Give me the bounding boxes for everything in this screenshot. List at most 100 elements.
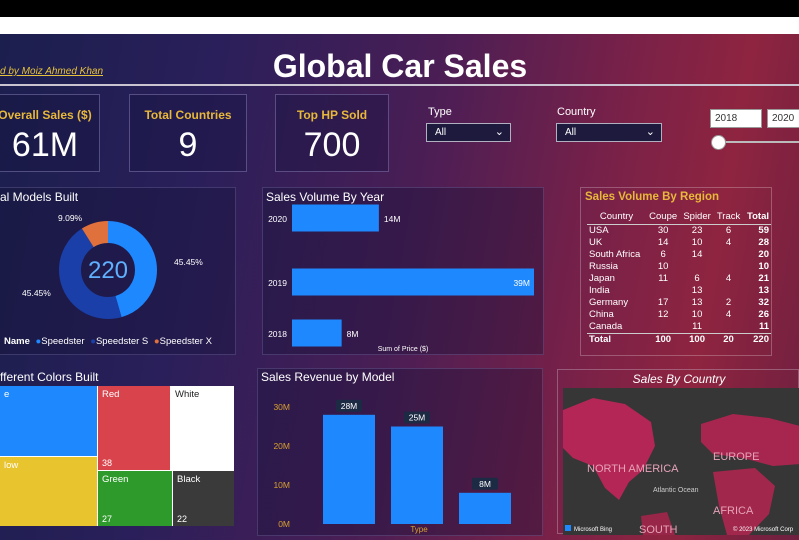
year-slider-handle[interactable] bbox=[711, 135, 726, 150]
map-ocean-label: Atlantic Ocean bbox=[653, 487, 699, 494]
region-table-header[interactable]: Total bbox=[743, 210, 771, 224]
table-row: South Africa 6 14 20 bbox=[587, 249, 771, 261]
table-cell: USA bbox=[589, 224, 609, 236]
treemap-cell-green[interactable]: Green 27 bbox=[98, 471, 172, 526]
author-link[interactable]: d by Moiz Ahmed Khan bbox=[0, 66, 103, 77]
table-cell bbox=[714, 321, 743, 334]
table-cell bbox=[680, 261, 714, 273]
region-table-header[interactable]: Coupe bbox=[646, 210, 680, 224]
donut-center-value: 220 bbox=[88, 257, 128, 284]
treemap-label: Black bbox=[177, 474, 201, 485]
treemap-label: low bbox=[4, 460, 19, 471]
sales-map-title: Sales By Country bbox=[632, 372, 726, 386]
revenue-data-label: 25M bbox=[409, 413, 426, 423]
map-brand: Microsoft Bing bbox=[574, 527, 612, 533]
region-table-header[interactable]: Country bbox=[587, 210, 646, 224]
revenue-y-tick: 0M bbox=[278, 519, 290, 529]
table-cell: Russia bbox=[589, 260, 619, 272]
table-cell: UK bbox=[589, 236, 603, 248]
table-cell: 23 bbox=[691, 224, 703, 236]
region-table-header[interactable]: Spider bbox=[680, 210, 714, 224]
kpi-total-countries: Total Countries 9 bbox=[129, 94, 247, 172]
treemap-label: White bbox=[175, 389, 200, 400]
treemap-cell-black[interactable]: Black 22 bbox=[173, 471, 234, 526]
models-built-title: al Models Built bbox=[0, 190, 79, 204]
treemap-cell-red[interactable]: Red 38 bbox=[98, 386, 170, 470]
region-table-panel: Sales Volume By Region Country Coupe Spide… bbox=[580, 187, 772, 356]
table-cell bbox=[714, 261, 743, 273]
revenue-bar bbox=[391, 426, 443, 524]
table-cell: 13 bbox=[691, 296, 703, 308]
table-cell bbox=[646, 321, 680, 334]
treemap-label: Green bbox=[102, 474, 129, 485]
table-cell: 4 bbox=[725, 308, 732, 320]
legend-item[interactable]: Speedster S bbox=[96, 336, 148, 347]
table-cell: 12 bbox=[657, 308, 669, 320]
page-title: Global Car Sales bbox=[272, 48, 528, 84]
treemap-cell-blue[interactable]: e bbox=[0, 386, 97, 456]
revenue-bar bbox=[323, 414, 375, 524]
year-slider-track[interactable] bbox=[718, 141, 799, 143]
table-row: India 13 13 bbox=[587, 285, 771, 297]
donut-pct-left: 45.45% bbox=[22, 288, 51, 298]
table-cell: 100 bbox=[646, 332, 681, 347]
legend-item[interactable]: Speedster X bbox=[160, 336, 212, 347]
region-table: Country Coupe Spider Track Total USA 30 23 6 59 U… bbox=[587, 210, 771, 347]
table-row: Russia 10 10 bbox=[587, 261, 771, 273]
treemap-count: 22 bbox=[177, 514, 188, 524]
map-land-icon: NORTH AMERICA EUROPE AFRICA SOUTH Atlant… bbox=[563, 398, 799, 535]
sales-map-panel: Sales By Country NORTH AMERICA EUROPE AF… bbox=[557, 369, 799, 535]
sales-year-title: Sales Volume By Year bbox=[266, 190, 385, 204]
table-cell: 4 bbox=[725, 272, 732, 284]
treemap-cell-yellow[interactable]: low bbox=[0, 457, 97, 526]
kpi-label: Total Countries bbox=[144, 108, 232, 122]
year-tick-label: 2019 bbox=[268, 278, 287, 288]
table-cell: 21 bbox=[758, 272, 769, 284]
revenue-bar bbox=[459, 492, 511, 524]
year-to-input[interactable]: 2020 bbox=[767, 109, 799, 128]
table-cell bbox=[714, 249, 743, 261]
table-cell: 11 bbox=[692, 320, 702, 332]
kpi-label: Top HP Sold bbox=[296, 108, 368, 122]
table-cell: 6 bbox=[694, 272, 700, 284]
table-cell bbox=[714, 285, 743, 297]
table-cell: 6 bbox=[660, 248, 666, 260]
type-slicer-label: Type bbox=[428, 106, 452, 118]
table-cell: Germany bbox=[589, 296, 629, 308]
treemap-cell-white[interactable]: White bbox=[171, 386, 234, 470]
table-cell: 14 bbox=[691, 248, 703, 260]
revenue-model-chart: 30M20M10M0M28MSpider25MCoupe8MTrack Type bbox=[273, 399, 511, 534]
table-row: Japan 11 6 4 21 bbox=[587, 273, 771, 285]
year-from-input[interactable]: 2018 bbox=[710, 109, 762, 128]
donut-chart: 220 45.45% 45.45% 9.09% bbox=[22, 213, 203, 319]
chevron-down-icon: ⌄ bbox=[645, 126, 655, 138]
table-cell bbox=[646, 285, 680, 297]
table-cell: 20 bbox=[713, 332, 744, 347]
dashboard-canvas: d by Moiz Ahmed Khan Global Car Sales Ov… bbox=[0, 34, 799, 540]
table-cell: 11 bbox=[758, 320, 769, 332]
legend-item[interactable]: Speedster bbox=[41, 336, 84, 347]
map-region-label: NORTH AMERICA bbox=[587, 463, 679, 475]
treemap-count: 27 bbox=[102, 514, 113, 524]
donut-legend: Name ●Speedster ●Speedster S ●Speedster … bbox=[4, 336, 212, 347]
year-data-label: 39M bbox=[513, 278, 530, 288]
table-cell: 13 bbox=[691, 284, 703, 296]
table-cell: 10 bbox=[691, 308, 703, 320]
region-table-header[interactable]: Track bbox=[714, 210, 743, 224]
table-cell: China bbox=[589, 308, 614, 320]
revenue-model-title: Sales Revenue by Model bbox=[261, 370, 395, 384]
kpi-overall-sales: Overall Sales ($) 61M bbox=[0, 94, 100, 172]
kpi-value: 9 bbox=[178, 126, 198, 164]
table-cell: India bbox=[589, 284, 610, 296]
type-dropdown[interactable]: All ⌄ bbox=[426, 123, 511, 142]
type-dropdown-value: All bbox=[435, 127, 447, 138]
table-row: Germany 17 13 2 32 bbox=[587, 297, 771, 309]
country-dropdown[interactable]: All ⌄ bbox=[556, 123, 662, 142]
revenue-y-tick: 30M bbox=[273, 402, 290, 412]
table-cell: 59 bbox=[758, 224, 769, 236]
kpi-top-hp: Top HP Sold 700 bbox=[275, 94, 389, 172]
kpi-label: Overall Sales ($) bbox=[0, 108, 92, 122]
world-map[interactable]: NORTH AMERICA EUROPE AFRICA SOUTH Atlant… bbox=[563, 388, 799, 535]
table-cell: 11 bbox=[658, 272, 669, 284]
table-cell: 20 bbox=[758, 248, 769, 260]
